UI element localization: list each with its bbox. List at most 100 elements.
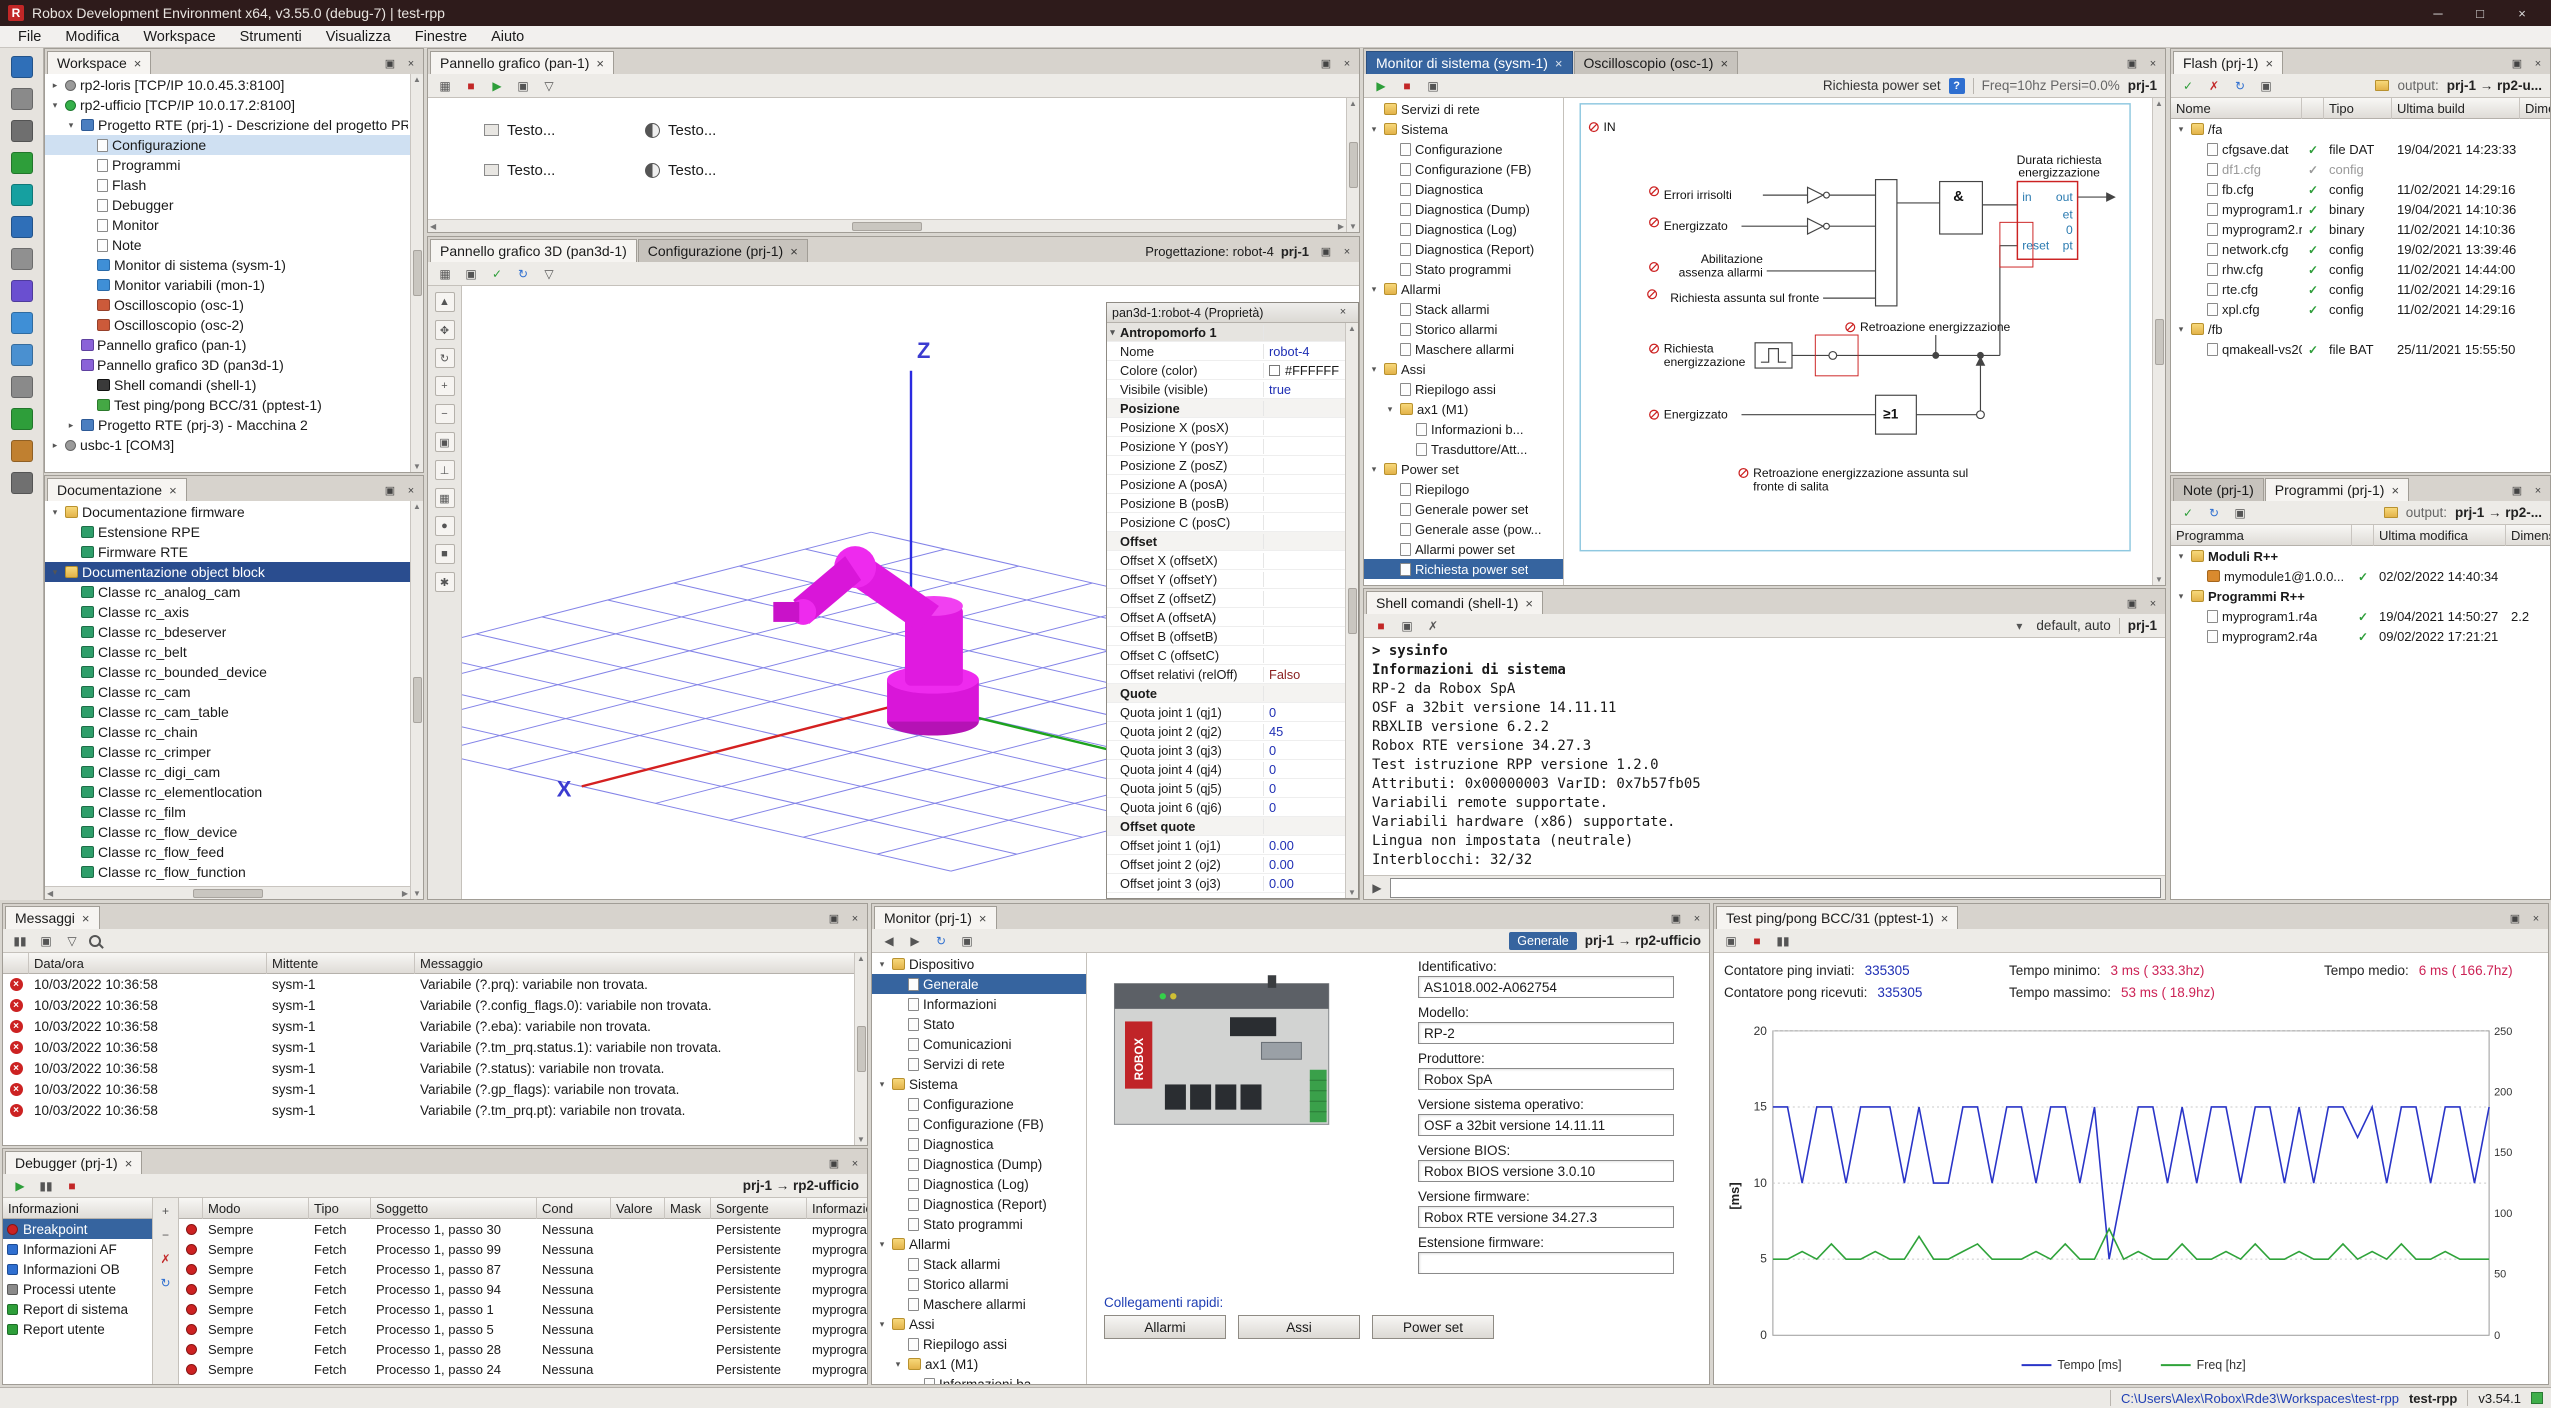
grid-icon[interactable]: ▦: [435, 488, 455, 508]
minimize-icon[interactable]: ─: [2417, 1, 2459, 25]
tree-item[interactable]: Classe rc_cam_table: [45, 702, 410, 722]
breakpoint-row[interactable]: Sempre Fetch Processo 1, passo 5 Nessuna…: [179, 1319, 867, 1339]
close-icon[interactable]: ×: [596, 56, 604, 71]
tree-item[interactable]: ▾ Allarmi: [1364, 279, 1563, 299]
property-row[interactable]: ▾ Antropomorfo 1: [1107, 323, 1345, 342]
table-row[interactable]: df1.cfg ✓ config: [2171, 159, 2550, 179]
tree-item[interactable]: Informazioni ba...: [872, 1374, 1086, 1384]
property-value[interactable]: true: [1264, 382, 1345, 397]
tree-item[interactable]: Diagnostica (Log): [1364, 219, 1563, 239]
column-header[interactable]: Tipo: [309, 1198, 371, 1219]
property-row[interactable]: Quota joint 1 (qj1) 0: [1107, 703, 1345, 722]
scrollbar[interactable]: ◀▶: [428, 219, 1346, 232]
stop-icon[interactable]: ■: [462, 77, 480, 95]
tree-item[interactable]: ▾ Dispositivo: [872, 954, 1086, 974]
tree-item[interactable]: Classe rc_bdeserver: [45, 622, 410, 642]
property-row[interactable]: Posizione B (posB): [1107, 494, 1345, 513]
property-value[interactable]: 0: [1264, 743, 1345, 758]
save-icon[interactable]: ▣: [37, 932, 55, 950]
tree-item[interactable]: Configurazione: [872, 1094, 1086, 1114]
tree-item[interactable]: Configurazione: [45, 135, 410, 155]
close-icon[interactable]: ×: [1337, 55, 1357, 72]
float-icon[interactable]: ▣: [380, 55, 400, 72]
zoom-in-icon[interactable]: +: [435, 376, 455, 396]
column-header[interactable]: Nome: [2171, 98, 2302, 119]
tab-flash[interactable]: Flash (prj-1) ×: [2173, 51, 2283, 74]
build-icon[interactable]: ✓: [2179, 504, 2197, 522]
label-widget-icon[interactable]: [484, 124, 499, 136]
tree-item[interactable]: Classe rc_flow_feed: [45, 842, 410, 862]
text-widget-label[interactable]: Testo...: [668, 162, 716, 179]
forward-icon[interactable]: ▶: [906, 932, 924, 950]
table-row[interactable]: qmakeall-vs20... ✓ file BAT 25/11/2021 1…: [2171, 339, 2550, 359]
tree-item[interactable]: Monitor variabili (mon-1): [45, 275, 410, 295]
close-icon[interactable]: ×: [2528, 55, 2548, 72]
close-icon[interactable]: ×: [2143, 595, 2163, 612]
stop-icon[interactable]: ■: [1748, 932, 1766, 950]
tree-item[interactable]: Informazioni: [872, 994, 1086, 1014]
tab-pan1[interactable]: Pannello grafico (pan-1) ×: [430, 51, 614, 74]
table-row[interactable]: ▾ /fa: [2171, 119, 2550, 139]
clear-icon[interactable]: ✗: [1424, 617, 1442, 635]
panel3d-icon[interactable]: [11, 312, 33, 334]
expand-arrow[interactable]: ▾: [2175, 591, 2187, 602]
column-header[interactable]: Mittente: [267, 953, 415, 974]
message-row[interactable]: × 10/03/2022 10:36:58 sysm-1 Variabile (…: [3, 1079, 867, 1100]
property-row[interactable]: Offset: [1107, 532, 1345, 551]
property-row[interactable]: Offset C (offsetC): [1107, 646, 1345, 665]
close-icon[interactable]: ×: [845, 910, 865, 927]
pan-icon[interactable]: ✥: [435, 320, 455, 340]
save-icon[interactable]: ▣: [1398, 617, 1416, 635]
tree-item[interactable]: Monitor: [45, 215, 410, 235]
verify-icon[interactable]: ✓: [2179, 77, 2197, 95]
field-value[interactable]: [1418, 1252, 1674, 1274]
tree-item[interactable]: Pannello grafico (pan-1): [45, 335, 410, 355]
close-icon[interactable]: ×: [401, 482, 421, 499]
tree-item[interactable]: ▾ Sistema: [872, 1074, 1086, 1094]
save-icon[interactable]: ▣: [1722, 932, 1740, 950]
stop-icon[interactable]: ■: [1398, 77, 1416, 95]
clear-icon[interactable]: ✗: [157, 1250, 175, 1268]
property-row[interactable]: Quota joint 5 (qj5) 0: [1107, 779, 1345, 798]
tree-item[interactable]: Generale: [872, 974, 1086, 994]
maximize-icon[interactable]: □: [2459, 1, 2501, 25]
tree-item[interactable]: Maschere allarmi: [872, 1294, 1086, 1314]
tree-item[interactable]: Classe rc_axis: [45, 602, 410, 622]
property-row[interactable]: Quota joint 3 (qj3) 0: [1107, 741, 1345, 760]
property-value[interactable]: Falso: [1264, 667, 1345, 682]
close-icon[interactable]: ×: [845, 1155, 865, 1172]
quick-link-button[interactable]: Assi: [1238, 1315, 1360, 1339]
property-row[interactable]: Posizione A (posA): [1107, 475, 1345, 494]
column-header[interactable]: Sorgente: [711, 1198, 807, 1219]
property-row[interactable]: Offset joint 2 (oj2) 0.00: [1107, 855, 1345, 874]
property-row[interactable]: Posizione X (posX): [1107, 418, 1345, 437]
property-value[interactable]: 0: [1264, 800, 1345, 815]
expand-arrow[interactable]: ▾: [1368, 464, 1380, 475]
side-list-item[interactable]: Breakpoint: [3, 1219, 152, 1239]
property-value[interactable]: robot-4: [1264, 344, 1345, 359]
shell-icon[interactable]: [11, 344, 33, 366]
table-row[interactable]: ▾ /fb: [2171, 319, 2550, 339]
close-icon[interactable]: ×: [2501, 1, 2543, 25]
remove-breakpoint-icon[interactable]: −: [157, 1226, 175, 1244]
table-row[interactable]: ▾ Programmi R++: [2171, 586, 2550, 606]
menu-item[interactable]: Strumenti: [228, 28, 314, 46]
expand-arrow[interactable]: ▾: [1368, 364, 1380, 375]
debugger-icon[interactable]: [11, 408, 33, 430]
tree-item[interactable]: ▾ rp2-ufficio [TCP/IP 10.0.17.2:8100]: [45, 95, 410, 115]
tree-item[interactable]: Generale power set: [1364, 499, 1563, 519]
settings-icon[interactable]: ✱: [435, 572, 455, 592]
expand-arrow[interactable]: ▾: [2175, 551, 2187, 562]
property-value[interactable]: 45: [1264, 724, 1345, 739]
expand-arrow[interactable]: ▾: [2175, 124, 2187, 135]
back-icon[interactable]: ◀: [880, 932, 898, 950]
expand-arrow[interactable]: ▾: [1368, 124, 1380, 135]
property-row[interactable]: Offset relativi (relOff) Falso: [1107, 665, 1345, 684]
float-icon[interactable]: ▣: [2507, 55, 2527, 72]
property-value[interactable]: 0: [1264, 762, 1345, 777]
dropdown-icon[interactable]: ▾: [2010, 617, 2028, 635]
column-header[interactable]: Tipo: [2324, 98, 2392, 119]
tree-item[interactable]: Diagnostica: [1364, 179, 1563, 199]
fit-icon[interactable]: ▣: [435, 432, 455, 452]
property-row[interactable]: Offset X (offsetX): [1107, 551, 1345, 570]
